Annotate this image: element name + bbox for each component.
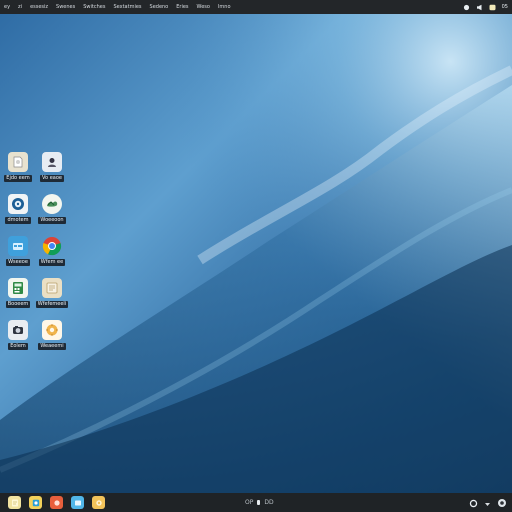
desktop-icon-label: Weaeemi xyxy=(38,343,66,350)
taskbar-app-image[interactable] xyxy=(50,496,63,509)
desktop-icon-8[interactable]: Wfefemeeli xyxy=(35,278,69,316)
menu-item-5[interactable]: Switches xyxy=(79,0,109,14)
menu-item-10[interactable]: Imno xyxy=(214,0,235,14)
clock-label[interactable]: 05 xyxy=(502,4,508,11)
desktop-icon-label: Woeeoon xyxy=(38,217,66,224)
menu-item-4[interactable]: Swenes xyxy=(52,0,79,14)
files-icon xyxy=(74,500,81,505)
desktop-icon-1[interactable]: Ejdo eem xyxy=(4,152,32,190)
desktop-icon-9[interactable]: Eolem xyxy=(4,320,32,358)
desktop-icon-label: Wseeoe xyxy=(6,259,30,266)
menu-item-9[interactable]: Weso xyxy=(193,0,214,14)
notification-icon[interactable] xyxy=(489,4,496,11)
chrome-icon xyxy=(42,236,62,256)
camera-icon xyxy=(8,320,28,340)
volume-icon[interactable] xyxy=(476,4,483,11)
menu-item-6[interactable]: Sextatmies xyxy=(109,0,145,14)
record-icon[interactable] xyxy=(463,4,470,11)
desktop-icon-6[interactable]: Wfem ee xyxy=(38,236,66,274)
desktop-icon-5[interactable]: Wseeoe xyxy=(4,236,32,274)
network-icon[interactable] xyxy=(497,493,507,512)
taskbar-app-settings[interactable] xyxy=(92,496,105,509)
menu-item-1[interactable]: ey xyxy=(0,0,14,14)
photos-icon xyxy=(32,499,39,506)
desktop-icon-label: Wfefemeeli xyxy=(35,301,69,308)
disk-icon xyxy=(8,194,28,214)
desktop-icon-label: Booeem xyxy=(5,301,31,308)
desktop-icon-label: Ejdo eem xyxy=(4,175,32,182)
desktop-icon-7[interactable]: Booeem xyxy=(4,278,32,316)
top-menubar: ey zi essesiz Swenes Switches Sextatmies… xyxy=(0,0,512,14)
desktop-icon-label: Eolem xyxy=(8,343,28,350)
taskbar-app-notes[interactable] xyxy=(8,496,21,509)
taskbar: OP DD xyxy=(0,493,512,512)
desktop-wallpaper xyxy=(0,0,512,512)
system-tray: 05 xyxy=(463,0,508,14)
settings-icon xyxy=(42,320,62,340)
taskbar-center: OP DD xyxy=(245,493,274,512)
desktop-icon-10[interactable]: Weaeemi xyxy=(38,320,66,358)
menu-item-7[interactable]: Sedeno xyxy=(146,0,173,14)
taskbar-app-photos[interactable] xyxy=(29,496,42,509)
menu-item-8[interactable]: Eries xyxy=(172,0,192,14)
menu-item-2[interactable]: zi xyxy=(14,0,26,14)
cloud-icon xyxy=(42,194,62,214)
taskbar-label-right: DD xyxy=(264,499,274,506)
settings-icon xyxy=(95,499,102,506)
image-icon xyxy=(53,499,60,506)
contacts-icon xyxy=(42,152,62,172)
desktop-icon-4[interactable]: Woeeoon xyxy=(38,194,66,232)
notes-icon xyxy=(42,278,62,298)
clock-icon[interactable] xyxy=(469,493,478,512)
desktop-icon-label: dmotem xyxy=(5,217,31,224)
taskbar-tray xyxy=(469,493,507,512)
notes-icon xyxy=(11,499,18,506)
taskbar-app-files[interactable] xyxy=(71,496,84,509)
taskbar-label-left: OP xyxy=(245,499,254,506)
desktop-icon-label: Wfem ee xyxy=(38,259,66,266)
desktop-icon-2[interactable]: Vo eaoe xyxy=(38,152,66,190)
desktop-icon-3[interactable]: dmotem xyxy=(4,194,32,232)
desktop-icon-label: Vo eaoe xyxy=(40,175,64,182)
file-icon xyxy=(8,152,28,172)
menu-item-3[interactable]: essesiz xyxy=(26,0,52,14)
folder-icon xyxy=(8,236,28,256)
calculator-icon xyxy=(8,278,28,298)
taskbar-indicator[interactable] xyxy=(257,500,261,505)
dropdown-icon[interactable] xyxy=(484,493,491,512)
